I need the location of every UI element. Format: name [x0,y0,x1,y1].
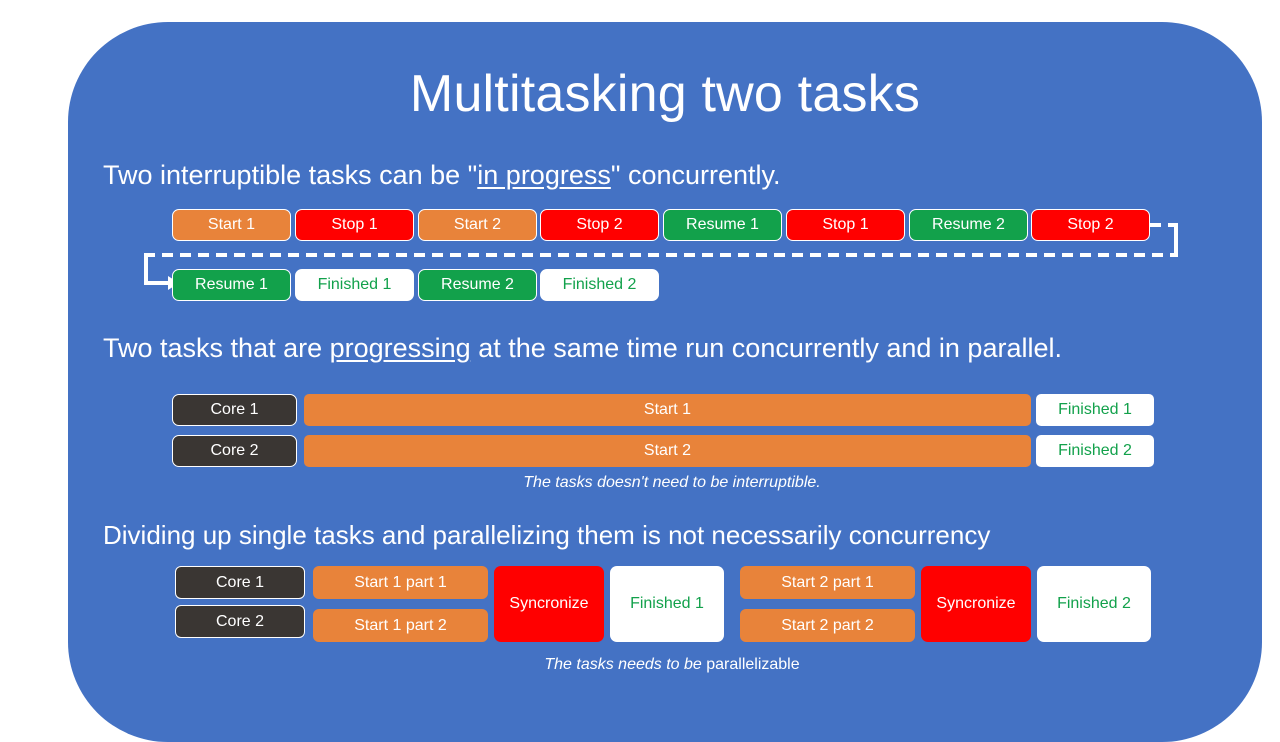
page-title: Multitasking two tasks [409,65,921,123]
core-box-2[interactable]: Core 2 [172,435,297,467]
task-box-start-1[interactable]: Start 1 [172,209,291,241]
task-part-box-2a[interactable]: Start 2 part 1 [740,566,915,599]
section2-caption-text: The tasks doesn't need to be interruptib… [523,474,821,491]
task-box-start-2[interactable]: Start 2 [418,209,537,241]
parallel-finished-2[interactable]: Finished 2 [1036,435,1154,467]
task-box-label: Start 2 part 2 [781,616,874,634]
task-box-label: Start 2 part 1 [781,573,874,591]
core-box-2-section3[interactable]: Core 2 [175,605,305,638]
connector-corner-right [1174,223,1178,257]
task-box-resume-2-row2[interactable]: Resume 2 [418,269,537,301]
task-box-stop-1b[interactable]: Stop 1 [786,209,905,241]
connector-dash-main [144,253,1178,257]
section3-caption-italic: The tasks needs to be [544,656,707,673]
sync-box-label: Syncronize [509,595,589,612]
core-box-label: Core 2 [215,612,265,630]
section1-heading: Two interruptible tasks can be "in progr… [103,162,781,189]
task-box-stop-1[interactable]: Stop 1 [295,209,414,241]
parallel-finished-1[interactable]: Finished 1 [1036,394,1154,426]
task-box-stop-2b[interactable]: Stop 2 [1031,209,1150,241]
task-box-label: Resume 1 [195,276,268,293]
slide-panel: Multitasking two tasks Two interruptible… [68,22,1262,742]
task-box-label: Finished 1 [1058,401,1132,418]
sync-box-label: Syncronize [936,595,1016,612]
task-box-label: Start 1 part 1 [354,573,447,591]
section1-heading-part1: Two interruptible tasks can be " [103,160,478,190]
section2-heading: Two tasks that are progressing at the sa… [103,335,1062,362]
task-box-resume-1[interactable]: Resume 1 [663,209,782,241]
section3-caption: The tasks needs to be parallelizable [172,656,1172,674]
parallel-task-bar-1[interactable]: Start 1 [304,394,1031,426]
section1-heading-underlined: in progress [477,160,611,190]
section2-caption: The tasks doesn't need to be interruptib… [172,474,1172,492]
task-box-label: Finished 1 [630,595,704,612]
core-box-label: Core 1 [215,573,265,591]
task-box-label: Stop 1 [331,216,378,233]
task-box-resume-1-row2[interactable]: Resume 1 [172,269,291,301]
task-box-label: Start 2 [453,216,502,233]
task-box-label: Resume 2 [441,276,514,293]
task-box-label: Start 2 [643,442,692,459]
section2-heading-part2: at the same time run concurrently and in… [470,333,1062,363]
task-box-label: Start 1 part 2 [354,616,447,634]
core-box-1-section3[interactable]: Core 1 [175,566,305,599]
task-box-resume-2[interactable]: Resume 2 [909,209,1028,241]
task-box-stop-2[interactable]: Stop 2 [540,209,659,241]
task-part-box-2b[interactable]: Start 2 part 2 [740,609,915,642]
task-box-label: Finished 2 [1058,442,1132,459]
connector-arrow-stem [144,281,170,285]
finished-box-2-section3[interactable]: Finished 2 [1037,566,1151,642]
section1-heading-part2: " concurrently. [610,160,781,190]
parallel-task-bar-2[interactable]: Start 2 [304,435,1031,467]
task-box-finished-1-row2[interactable]: Finished 1 [295,269,414,301]
task-box-label: Start 1 [207,216,256,233]
task-box-label: Stop 2 [576,216,623,233]
task-box-label: Start 1 [643,401,692,418]
sync-box-2[interactable]: Syncronize [921,566,1031,642]
task-box-label: Stop 1 [822,216,869,233]
task-box-label: Stop 2 [1067,216,1114,233]
section3-caption-plain: parallelizable [706,656,800,673]
task-box-label: Finished 2 [1057,595,1131,612]
core-box-label: Core 1 [210,401,259,418]
core-box-label: Core 2 [210,442,259,459]
task-box-finished-2-row2[interactable]: Finished 2 [540,269,659,301]
section3-heading: Dividing up single tasks and parallelizi… [103,520,991,550]
section2-heading-underlined: progressing [329,333,471,363]
task-box-label: Resume 2 [932,216,1005,233]
core-box-1[interactable]: Core 1 [172,394,297,426]
task-box-label: Finished 2 [562,276,637,293]
task-part-box-1b[interactable]: Start 1 part 2 [313,609,488,642]
task-part-box-1a[interactable]: Start 1 part 1 [313,566,488,599]
task-box-label: Resume 1 [686,216,759,233]
section2-heading-part1: Two tasks that are [103,333,330,363]
task-box-label: Finished 1 [317,276,392,293]
finished-box-1-section3[interactable]: Finished 1 [610,566,724,642]
sync-box-1[interactable]: Syncronize [494,566,604,642]
